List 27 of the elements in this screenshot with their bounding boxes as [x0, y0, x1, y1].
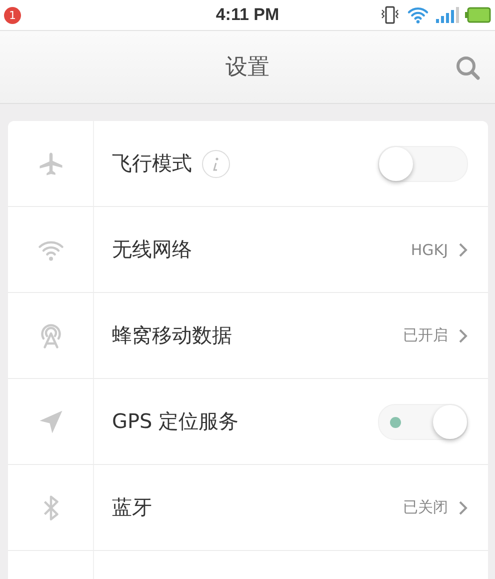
search-icon[interactable]	[455, 55, 481, 81]
chevron-right-icon	[458, 328, 468, 344]
setting-value: 已开启	[403, 326, 448, 345]
setting-label: 无线网络	[112, 236, 192, 263]
battery-icon	[465, 7, 491, 23]
cell-signal-icon	[435, 7, 459, 23]
setting-row[interactable]: 飞行模式	[8, 121, 488, 207]
setting-value: HGKJ	[410, 240, 448, 258]
chevron-right-icon	[458, 500, 468, 516]
setting-row[interactable]: GPS 定位服务	[8, 379, 488, 465]
vibrate-icon	[379, 5, 401, 25]
setting-label: GPS 定位服务	[112, 408, 239, 435]
setting-value: 已关闭	[403, 498, 448, 517]
setting-row[interactable]: 蓝牙 已关闭	[8, 465, 488, 551]
page-title: 设置	[226, 54, 270, 82]
chevron-right-icon	[458, 242, 468, 258]
status-time: 4:11 PM	[216, 5, 280, 25]
setting-label: 蜂窝移动数据	[112, 322, 232, 349]
setting-label: 飞行模式	[112, 150, 192, 177]
info-icon[interactable]	[202, 150, 230, 178]
wifi-signal-icon	[407, 6, 429, 24]
setting-row[interactable]: 无线网络 HGKJ	[8, 207, 488, 293]
setting-label: 蓝牙	[112, 494, 152, 521]
notification-badge: 1	[4, 6, 21, 24]
toggle-switch[interactable]	[378, 404, 468, 440]
setting-row[interactable]: 蜂窝移动数据 已开启	[8, 293, 488, 379]
toggle-switch[interactable]	[378, 146, 468, 182]
